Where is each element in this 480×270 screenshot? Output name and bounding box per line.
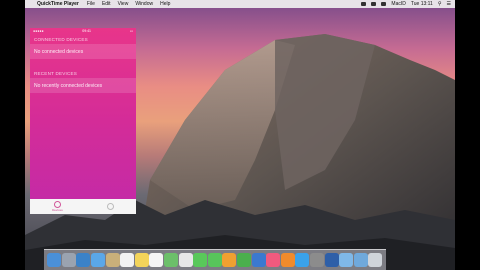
folder-icon[interactable] — [339, 253, 354, 267]
menu-clock[interactable]: Tue 13:11 — [411, 1, 433, 7]
tab-settings[interactable] — [106, 203, 114, 210]
screen: QuickTime Player File Edit View Window H… — [0, 0, 480, 270]
recent-devices-header: RECENT DEVICES — [34, 71, 78, 76]
desktop: QuickTime Player File Edit View Window H… — [25, 0, 455, 270]
battery-icon[interactable] — [381, 2, 387, 6]
downloads-icon[interactable] — [353, 253, 368, 267]
calendar-icon[interactable] — [120, 253, 135, 267]
spotlight-icon[interactable]: ⚲ — [438, 1, 442, 7]
contacts-icon[interactable] — [105, 253, 120, 267]
ibooks-icon[interactable] — [280, 253, 295, 267]
letterbox-right — [455, 0, 480, 270]
quicktime-icon[interactable] — [324, 253, 339, 267]
connected-devices-header: CONNECTED DEVICES — [34, 37, 88, 42]
reminders-icon[interactable] — [149, 253, 164, 267]
signal-icon: ●●●●● — [33, 28, 44, 33]
menu-file[interactable]: File — [87, 1, 95, 7]
devices-tab-icon — [53, 201, 61, 208]
safari-icon[interactable] — [76, 253, 91, 267]
facetime-icon[interactable] — [207, 253, 222, 267]
keynote-icon[interactable] — [251, 253, 266, 267]
menu-app-name[interactable]: QuickTime Player — [37, 1, 79, 7]
numbers-icon[interactable] — [237, 253, 252, 267]
menu-window[interactable]: Window — [135, 1, 153, 7]
menu-view[interactable]: View — [118, 1, 129, 7]
pages-icon[interactable] — [222, 253, 237, 267]
photos-icon[interactable] — [178, 253, 193, 267]
iphone-mirror-window: ●●●●● 09:41 ▭ CONNECTED DEVICES No conne… — [30, 28, 136, 214]
mail-icon[interactable] — [91, 253, 106, 267]
connected-devices-empty: No connected devices — [30, 44, 136, 59]
airplay-icon[interactable] — [361, 2, 367, 6]
menu-bar: QuickTime Player File Edit View Window H… — [25, 0, 455, 8]
itunes-icon[interactable] — [266, 253, 281, 267]
user-name[interactable]: MacID — [391, 1, 405, 7]
phone-tab-bar: Devices — [30, 199, 136, 214]
tab-devices-label: Devices — [52, 208, 63, 212]
recent-devices-empty: No recently connected devices — [30, 78, 136, 93]
dock — [44, 249, 386, 270]
finder-icon[interactable] — [47, 253, 62, 267]
phone-time: 09:41 — [82, 28, 92, 33]
notification-center-icon[interactable]: ☰ — [447, 1, 451, 7]
maps-icon[interactable] — [164, 253, 179, 267]
menu-edit[interactable]: Edit — [102, 1, 111, 7]
launchpad-icon[interactable] — [61, 253, 76, 267]
messages-icon[interactable] — [193, 253, 208, 267]
wifi-icon[interactable] — [371, 2, 377, 6]
tab-devices[interactable]: Devices — [52, 201, 63, 212]
preferences-icon[interactable] — [309, 253, 324, 267]
settings-tab-icon — [106, 203, 114, 210]
appstore-icon[interactable] — [295, 253, 310, 267]
letterbox-left — [0, 0, 25, 270]
menu-help[interactable]: Help — [160, 1, 170, 7]
notes-icon[interactable] — [134, 253, 149, 267]
trash-icon[interactable] — [368, 253, 383, 267]
phone-battery-icon: ▭ — [129, 28, 133, 33]
